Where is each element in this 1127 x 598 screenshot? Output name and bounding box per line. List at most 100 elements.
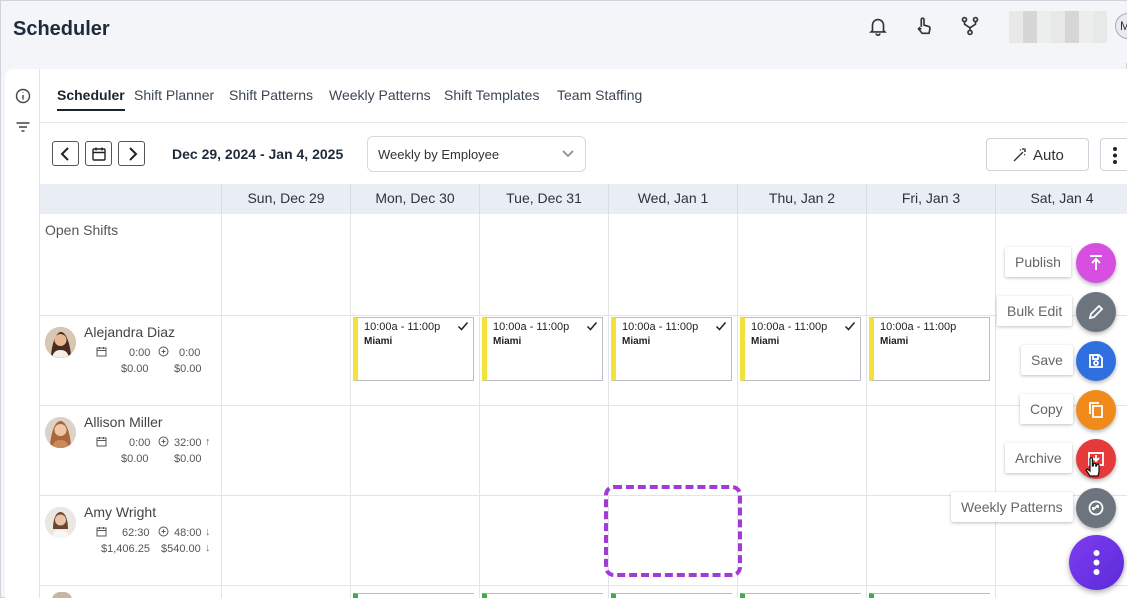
shift-card-partial[interactable] bbox=[740, 593, 861, 598]
shift-card[interactable]: 10:00a - 11:00p Miami bbox=[611, 317, 732, 381]
shift-location: Miami bbox=[622, 336, 651, 347]
shift-card-partial[interactable] bbox=[611, 593, 732, 598]
avatar[interactable]: M bbox=[1115, 13, 1127, 39]
scheduled-cost: $0.00 bbox=[121, 453, 149, 465]
view-select[interactable]: Weekly by Employee bbox=[367, 136, 586, 172]
avatar[interactable] bbox=[45, 327, 76, 358]
bulk-edit-button[interactable] bbox=[1076, 292, 1116, 332]
tab-shift-templates[interactable]: Shift Templates bbox=[444, 87, 539, 103]
copy-button[interactable] bbox=[1076, 390, 1116, 430]
shift-time: 10:00a - 11:00p bbox=[751, 321, 828, 333]
user-name-blurred[interactable] bbox=[1009, 11, 1107, 43]
tab-weekly-patterns[interactable]: Weekly Patterns bbox=[329, 87, 431, 103]
shift-card-partial[interactable] bbox=[869, 593, 990, 598]
employee-name[interactable]: Amy Wright bbox=[84, 504, 156, 520]
avatar bbox=[52, 592, 72, 598]
bulk-edit-label[interactable]: Bulk Edit bbox=[997, 296, 1073, 326]
arrow-down-icon: ↓ bbox=[205, 526, 211, 538]
check-icon bbox=[457, 322, 469, 331]
shift-location: Miami bbox=[364, 336, 393, 347]
kebab-icon bbox=[1093, 550, 1100, 575]
tab-shift-patterns[interactable]: Shift Patterns bbox=[229, 87, 313, 103]
shift-location: Miami bbox=[880, 336, 909, 347]
shift-card-partial[interactable] bbox=[482, 593, 603, 598]
scheduled-hours: 0:00 bbox=[129, 347, 151, 359]
copy-label[interactable]: Copy bbox=[1020, 394, 1073, 424]
day-header: Tue, Dec 31 bbox=[479, 184, 608, 214]
employee-row: Allison Miller 0:00 32:00 ↑ $0.00 $0.00 bbox=[40, 414, 220, 494]
shift-card[interactable]: 10:00a - 11:00p Miami bbox=[740, 317, 861, 381]
scheduled-cost: $0.00 bbox=[121, 363, 149, 375]
day-header: Thu, Jan 2 bbox=[737, 184, 866, 214]
target-hours-icon bbox=[158, 526, 169, 537]
shift-card[interactable]: 10:00a - 11:00p Miami bbox=[482, 317, 603, 381]
archive-label[interactable]: Archive bbox=[1005, 443, 1072, 473]
workflow-icon[interactable] bbox=[959, 15, 981, 37]
filter-icon[interactable] bbox=[15, 119, 31, 135]
avatar[interactable] bbox=[45, 417, 76, 448]
save-button[interactable] bbox=[1076, 341, 1116, 381]
shift-card[interactable]: 10:00a - 11:00p Miami bbox=[869, 317, 990, 381]
recycle-icon bbox=[1088, 500, 1104, 516]
publish-icon bbox=[1090, 255, 1102, 270]
employee-name[interactable]: Allison Miller bbox=[84, 414, 163, 430]
pencil-icon bbox=[1088, 304, 1104, 320]
target-hours-icon bbox=[158, 346, 169, 357]
magic-wand-icon bbox=[1013, 148, 1026, 162]
target-cost: $0.00 bbox=[174, 453, 202, 465]
publish-label[interactable]: Publish bbox=[1005, 247, 1071, 277]
target-hours-icon bbox=[158, 436, 169, 447]
shift-time: 10:00a - 11:00p bbox=[493, 321, 570, 333]
avatar[interactable] bbox=[45, 507, 76, 538]
shift-time: 10:00a - 11:00p bbox=[622, 321, 699, 333]
open-shifts-label: Open Shifts bbox=[45, 222, 119, 238]
selection-highlight bbox=[604, 485, 742, 577]
employee-row: Amy Wright 62:30 48:00 ↓ $1,406.25 $540.… bbox=[40, 504, 220, 584]
shift-location: Miami bbox=[493, 336, 522, 347]
prev-week-button[interactable] bbox=[52, 141, 79, 166]
tab-team-staffing[interactable]: Team Staffing bbox=[557, 87, 642, 103]
weekly-patterns-label[interactable]: Weekly Patterns bbox=[951, 492, 1073, 522]
day-header: Fri, Jan 3 bbox=[866, 184, 995, 214]
calendar-icon bbox=[96, 347, 107, 357]
check-icon bbox=[586, 322, 598, 331]
calendar-button[interactable] bbox=[85, 141, 112, 166]
weekly-patterns-button[interactable] bbox=[1076, 488, 1116, 528]
more-options-button[interactable] bbox=[1100, 138, 1127, 171]
calendar-icon bbox=[96, 437, 107, 447]
info-icon[interactable] bbox=[15, 88, 31, 104]
tab-bar: Scheduler Shift Planner Shift Patterns W… bbox=[40, 69, 1127, 123]
shift-card[interactable]: 10:00a - 11:00p Miami bbox=[353, 317, 474, 381]
tab-shift-planner[interactable]: Shift Planner bbox=[134, 87, 214, 103]
hand-cursor-icon bbox=[1085, 457, 1100, 477]
shift-location: Miami bbox=[751, 336, 780, 347]
scheduled-hours: 0:00 bbox=[129, 437, 151, 449]
auto-button[interactable]: Auto bbox=[986, 138, 1089, 171]
touch-icon[interactable] bbox=[913, 15, 935, 37]
day-header: Mon, Dec 30 bbox=[350, 184, 479, 214]
save-label[interactable]: Save bbox=[1021, 345, 1073, 375]
speed-dial-button[interactable] bbox=[1069, 535, 1124, 590]
auto-label: Auto bbox=[1033, 147, 1064, 164]
next-week-button[interactable] bbox=[118, 141, 145, 166]
shift-time: 10:00a - 11:00p bbox=[880, 321, 957, 333]
target-cost: $0.00 bbox=[174, 363, 202, 375]
target-hours: 0:00 bbox=[179, 347, 201, 359]
check-icon bbox=[715, 322, 727, 331]
day-header: Sat, Jan 4 bbox=[995, 184, 1127, 214]
arrow-up-icon: ↑ bbox=[205, 436, 211, 448]
left-rail bbox=[5, 69, 40, 598]
copy-icon bbox=[1089, 402, 1103, 418]
bell-icon[interactable] bbox=[867, 15, 889, 37]
day-header-row: Sun, Dec 29 Mon, Dec 30 Tue, Dec 31 Wed,… bbox=[40, 184, 1127, 214]
app-title: Scheduler bbox=[13, 18, 110, 40]
scheduled-cost: $1,406.25 bbox=[101, 543, 150, 555]
day-header: Sun, Dec 29 bbox=[221, 184, 350, 214]
shift-card-partial[interactable] bbox=[353, 593, 474, 598]
tab-scheduler[interactable]: Scheduler bbox=[57, 87, 125, 111]
employee-name[interactable]: Alejandra Diaz bbox=[84, 324, 175, 340]
publish-button[interactable] bbox=[1076, 243, 1116, 283]
check-icon bbox=[844, 322, 856, 331]
save-icon bbox=[1089, 354, 1103, 368]
top-bar: Scheduler M bbox=[1, 1, 1127, 63]
